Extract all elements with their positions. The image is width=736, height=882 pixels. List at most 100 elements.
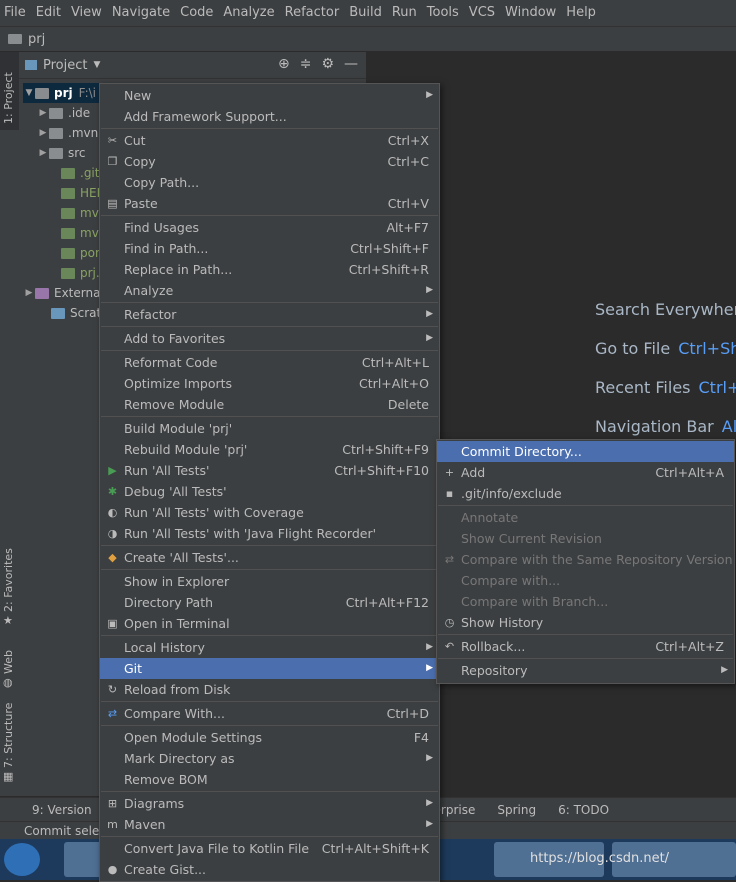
menu-item-refactor[interactable]: Refactor▶ <box>100 304 439 325</box>
menu-item-git-info-exclude[interactable]: ▪.git/info/exclude <box>437 483 734 504</box>
menu-item-label: Replace in Path... <box>124 259 232 280</box>
menu-item-copy[interactable]: ❐CopyCtrl+C <box>100 151 439 172</box>
menu-item-convert-java-file-to-kotlin-file[interactable]: Convert Java File to Kotlin FileCtrl+Alt… <box>100 838 439 859</box>
project-view-selector[interactable]: Project ▼ <box>25 58 100 73</box>
submenu-arrow-icon: ▶ <box>426 637 433 658</box>
menu-item-local-history[interactable]: Local History▶ <box>100 637 439 658</box>
menu-item-open-in-terminal[interactable]: ▣Open in Terminal <box>100 613 439 634</box>
menu-item-rollback[interactable]: ↶Rollback...Ctrl+Alt+Z <box>437 636 734 657</box>
menu-item-label: Rebuild Module 'prj' <box>124 439 247 460</box>
tab-todo[interactable]: 6: TODO <box>558 803 609 817</box>
menu-item-add-to-favorites[interactable]: Add to Favorites▶ <box>100 328 439 349</box>
menu-item-run-all-tests-with-coverage[interactable]: ◐Run 'All Tests' with Coverage <box>100 502 439 523</box>
menu-item-create-gist[interactable]: ●Create Gist... <box>100 859 439 880</box>
tree-node[interactable]: prj.i <box>49 263 103 283</box>
menu-item-run-all-tests-with-java-flight-recorder[interactable]: ◑Run 'All Tests' with 'Java Flight Recor… <box>100 523 439 544</box>
menu-item-commit-directory[interactable]: Commit Directory... <box>437 441 734 462</box>
menu-item-show-history[interactable]: ◷Show History <box>437 612 734 633</box>
menu-item-remove-module[interactable]: Remove ModuleDelete <box>100 394 439 415</box>
menu-file[interactable]: File <box>0 0 30 26</box>
editor-hint: Recent FilesCtrl+ <box>595 378 736 397</box>
menu-item-reformat-code[interactable]: Reformat CodeCtrl+Alt+L <box>100 352 439 373</box>
menu-item-git[interactable]: Git▶ <box>100 658 439 679</box>
tab-spring[interactable]: Spring <box>497 803 536 817</box>
menu-view[interactable]: View <box>67 0 106 26</box>
tab-favorites[interactable]: 2: Favorites ★ <box>0 542 19 632</box>
menu-item-find-in-path[interactable]: Find in Path...Ctrl+Shift+F <box>100 238 439 259</box>
locate-icon[interactable]: ⊕ <box>278 56 290 72</box>
menu-item-directory-path[interactable]: Directory PathCtrl+Alt+F12 <box>100 592 439 613</box>
menu-item-run-all-tests[interactable]: ▶Run 'All Tests'Ctrl+Shift+F10 <box>100 460 439 481</box>
collapse-all-icon[interactable]: ≑ <box>300 56 312 72</box>
menu-item-label: Find in Path... <box>124 238 208 259</box>
tab-favorites-label: 2: Favorites <box>2 548 15 612</box>
menu-item-repository[interactable]: Repository▶ <box>437 660 734 681</box>
tree-node[interactable]: ▶src <box>37 143 86 163</box>
project-panel-tools: ⊕ ≑ ⚙ — <box>278 56 358 72</box>
menu-item-shortcut: Ctrl+Shift+F9 <box>342 439 429 460</box>
menu-item-copy-path[interactable]: Copy Path... <box>100 172 439 193</box>
tree-node[interactable]: pom <box>49 243 107 263</box>
nav-project-name[interactable]: prj <box>28 32 45 47</box>
menu-analyze[interactable]: Analyze <box>219 0 278 26</box>
menu-refactor[interactable]: Refactor <box>281 0 344 26</box>
menu-tools[interactable]: Tools <box>423 0 463 26</box>
menu-item-rebuild-module-prj[interactable]: Rebuild Module 'prj' Ctrl+Shift+F9 <box>100 439 439 460</box>
menu-item-analyze[interactable]: Analyze▶ <box>100 280 439 301</box>
menu-item-label: Git <box>124 658 142 679</box>
tree-node[interactable]: mvn <box>49 203 106 223</box>
menu-vcs[interactable]: VCS <box>465 0 499 26</box>
menu-item-label: Add Framework Support... <box>124 106 287 127</box>
menu-item-maven[interactable]: mMaven▶ <box>100 814 439 835</box>
file-icon <box>61 248 75 259</box>
menu-navigate[interactable]: Navigate <box>108 0 174 26</box>
gear-icon[interactable]: ⚙ <box>321 56 334 72</box>
menu-code[interactable]: Code <box>176 0 217 26</box>
menu-window[interactable]: Window <box>501 0 560 26</box>
menu-item-paste[interactable]: ▤PasteCtrl+V <box>100 193 439 214</box>
start-button[interactable] <box>4 843 40 876</box>
menu-item-compare-with[interactable]: ⇄Compare With...Ctrl+D <box>100 703 439 724</box>
hide-icon[interactable]: — <box>344 56 358 72</box>
tree-node[interactable]: ▶.mvn <box>37 123 98 143</box>
menu-item-label: Add <box>461 462 485 483</box>
menu-item-build-module-prj[interactable]: Build Module 'prj' <box>100 418 439 439</box>
file-icon <box>61 188 75 199</box>
tree-node[interactable]: mvn <box>49 223 106 243</box>
tree-node-label: .ide <box>68 103 90 123</box>
menu-item-label: Repository <box>461 660 527 681</box>
tab-project[interactable]: 1: Project <box>0 52 19 130</box>
menu-item-replace-in-path[interactable]: Replace in Path...Ctrl+Shift+R <box>100 259 439 280</box>
menu-icon: ▣ <box>106 617 119 630</box>
menu-item-add[interactable]: +AddCtrl+Alt+A <box>437 462 734 483</box>
menu-item-create-all-tests[interactable]: ◆Create 'All Tests'... <box>100 547 439 568</box>
menu-separator <box>101 569 438 570</box>
tab-structure[interactable]: 7: Structure ▦ <box>0 706 19 786</box>
menu-build[interactable]: Build <box>345 0 386 26</box>
menu-item-mark-directory-as[interactable]: Mark Directory as▶ <box>100 748 439 769</box>
menu-help[interactable]: Help <box>562 0 600 26</box>
tab-web[interactable]: Web ◍ <box>0 646 19 692</box>
menu-item-diagrams[interactable]: ⊞Diagrams▶ <box>100 793 439 814</box>
tree-node[interactable]: ▶Externa <box>23 283 100 303</box>
menu-item-open-module-settings[interactable]: Open Module SettingsF4 <box>100 727 439 748</box>
tab-version-control[interactable]: 9: Version <box>32 803 92 817</box>
menu-item-add-framework-support[interactable]: Add Framework Support... <box>100 106 439 127</box>
tree-node[interactable]: ▶.ide <box>37 103 90 123</box>
menu-item-find-usages[interactable]: Find UsagesAlt+F7 <box>100 217 439 238</box>
menu-item-remove-bom[interactable]: Remove BOM <box>100 769 439 790</box>
menu-item-new[interactable]: New▶ <box>100 85 439 106</box>
taskbar-browser[interactable] <box>64 842 104 877</box>
menu-edit[interactable]: Edit <box>32 0 65 26</box>
left-tool-strip: 1: Project 2: Favorites ★ Web ◍ 7: Struc… <box>0 52 20 796</box>
menu-separator <box>438 634 733 635</box>
tree-node[interactable]: HEL <box>49 183 103 203</box>
menu-item-cut[interactable]: ✂CutCtrl+X <box>100 130 439 151</box>
hint-label: Search Everywhere <box>595 300 736 319</box>
menu-item-show-in-explorer[interactable]: Show in Explorer <box>100 571 439 592</box>
menu-item-reload-from-disk[interactable]: ↻Reload from Disk <box>100 679 439 700</box>
menu-item-debug-all-tests[interactable]: ✱Debug 'All Tests' <box>100 481 439 502</box>
menu-item-optimize-imports[interactable]: Optimize ImportsCtrl+Alt+O <box>100 373 439 394</box>
menu-separator <box>101 725 438 726</box>
menu-run[interactable]: Run <box>388 0 421 26</box>
